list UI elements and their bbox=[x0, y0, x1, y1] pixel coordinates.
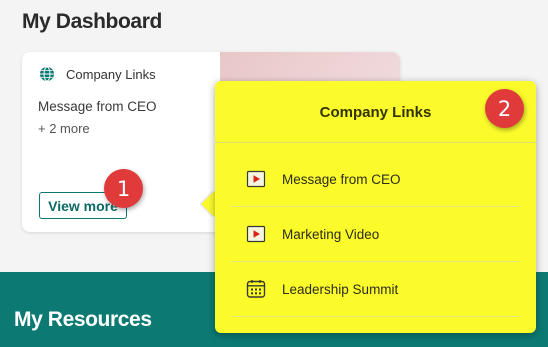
popup-item-label: Leadership Summit bbox=[282, 281, 399, 297]
card-header-label: Company Links bbox=[66, 66, 156, 82]
popup-divider bbox=[215, 142, 536, 143]
card-link-item[interactable]: Message from CEO bbox=[38, 99, 157, 114]
annotation-badge-1: 1 bbox=[104, 169, 143, 208]
calendar-icon bbox=[246, 280, 266, 298]
popup-link-list: Message from CEO Marketing Video Leaders… bbox=[231, 152, 520, 317]
video-play-icon bbox=[246, 225, 266, 243]
page-title: My Dashboard bbox=[22, 10, 162, 33]
annotation-badge-2: 2 bbox=[485, 89, 524, 128]
resources-title: My Resources bbox=[14, 308, 152, 331]
popup-item-label: Message from CEO bbox=[282, 171, 401, 187]
card-more-count: + 2 more bbox=[38, 121, 90, 136]
card-header: Company Links bbox=[39, 66, 156, 82]
globe-icon bbox=[40, 66, 54, 82]
video-play-icon bbox=[246, 170, 266, 188]
popup-item-marketing-video[interactable]: Marketing Video bbox=[231, 207, 520, 262]
popup-item-leadership-summit[interactable]: Leadership Summit bbox=[231, 262, 520, 317]
popup-item-message-from-ceo[interactable]: Message from CEO bbox=[231, 152, 520, 207]
popup-item-label: Marketing Video bbox=[282, 226, 380, 242]
